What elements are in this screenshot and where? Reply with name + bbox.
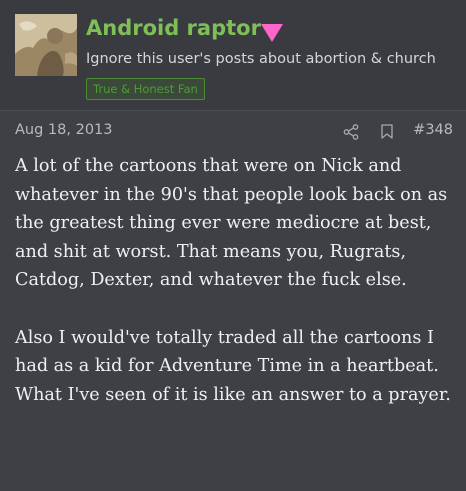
bookmark-icon[interactable] bbox=[381, 124, 393, 139]
post-message: A lot of the cartoons that were on Nick … bbox=[15, 152, 460, 409]
avatar[interactable] bbox=[15, 14, 77, 76]
message-paragraph: A lot of the cartoons that were on Nick … bbox=[15, 156, 448, 291]
post-user-block: Android raptor Ignore this user's posts … bbox=[0, 0, 466, 111]
post-date[interactable]: Aug 18, 2013 bbox=[15, 122, 113, 138]
username[interactable]: Android raptor bbox=[86, 16, 261, 40]
post-meta-bar: Aug 18, 2013 #348 bbox=[15, 122, 453, 142]
user-banner: True & Honest Fan bbox=[86, 78, 205, 100]
user-title: Ignore this user's posts about abortion … bbox=[86, 51, 436, 67]
share-icon[interactable] bbox=[343, 124, 359, 140]
post-number[interactable]: #348 bbox=[413, 122, 453, 138]
forum-post: Android raptor Ignore this user's posts … bbox=[0, 0, 466, 491]
female-triangle-icon bbox=[261, 24, 283, 42]
message-paragraph: Also I would've totally traded all the c… bbox=[15, 327, 451, 405]
